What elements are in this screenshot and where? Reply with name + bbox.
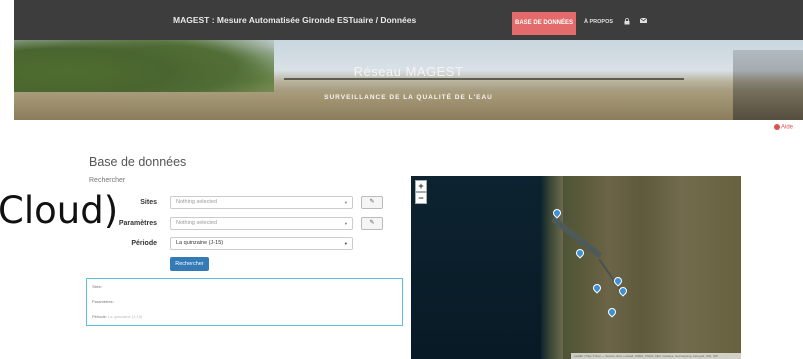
page-title: Base de données <box>89 155 187 169</box>
map-river <box>598 258 623 293</box>
edit-icon: ✎ <box>369 199 375 205</box>
page-margin <box>0 0 14 359</box>
caret-down-icon: ▾ <box>344 241 347 246</box>
map-marker-icon[interactable] <box>606 306 618 318</box>
period-label: Période <box>131 240 157 247</box>
parameters-edit-button[interactable]: ✎ <box>361 217 383 230</box>
page: MAGEST : Mesure Automatisée Gironde ESTu… <box>0 0 803 359</box>
period-select-value: La quinzaine (J-15) <box>176 240 224 246</box>
zoom-in-button[interactable]: + <box>415 180 427 192</box>
summary-period-value: La quinzaine (J-15) <box>108 314 143 319</box>
period-select[interactable]: La quinzaine (J-15) ▾ <box>170 237 353 250</box>
zoom-out-button[interactable]: − <box>415 192 427 204</box>
envelope-icon[interactable] <box>639 17 648 25</box>
search-button[interactable]: Rechercher <box>170 257 209 271</box>
sites-select-value: Nothing selected <box>176 199 217 205</box>
sites-select[interactable]: Nothing selected ▾ <box>170 196 353 209</box>
site-title[interactable]: MAGEST : Mesure Automatisée Gironde ESTu… <box>173 15 416 25</box>
overlay-text: Cloud) <box>0 189 119 232</box>
map-marker-icon[interactable] <box>612 275 624 287</box>
top-navbar: MAGEST : Mesure Automatisée Gironde ESTu… <box>14 0 803 40</box>
sites-map[interactable]: + − Leaflet | Tiles © Esri — Source: Esr… <box>411 176 741 359</box>
summary-sites-label: Sites: <box>92 284 103 289</box>
search-summary: Sites: Paramètres: Période: La quinzaine… <box>86 278 403 326</box>
map-marker-icon[interactable] <box>591 282 603 294</box>
parameters-select-value: Nothing selected <box>176 220 217 226</box>
summary-parameters-label: Paramètres: <box>92 299 114 304</box>
parameters-select[interactable]: Nothing selected ▾ <box>170 217 353 230</box>
map-coast <box>541 176 563 359</box>
summary-sites: Sites: <box>92 284 102 289</box>
banner-title: Réseau MAGEST <box>353 64 464 79</box>
map-sea <box>411 176 546 359</box>
edit-icon: ✎ <box>369 220 375 226</box>
summary-period: Période: La quinzaine (J-15) <box>92 314 142 319</box>
summary-period-label: Période: <box>92 314 107 319</box>
map-marker-icon[interactable] <box>574 247 586 259</box>
map-attribution[interactable]: Leaflet | Tiles © Esri — Source: Esri, i… <box>571 353 741 359</box>
nav-item-database[interactable]: BASE DE DONNÉES <box>512 12 576 35</box>
nav-item-about[interactable]: À PROPOS <box>584 19 613 25</box>
caret-down-icon: ▾ <box>344 200 347 205</box>
lock-icon[interactable] <box>624 18 630 27</box>
page-subtitle: Rechercher <box>89 177 126 184</box>
caret-down-icon: ▾ <box>344 221 347 226</box>
help-label: Aide <box>781 124 794 131</box>
banner-subtitle: SURVEILLANCE DE LA QUALITÉ DE L'EAU <box>324 94 493 101</box>
help-link[interactable]: Aide <box>774 124 793 131</box>
banner-pier <box>733 50 803 120</box>
question-circle-icon <box>774 124 780 130</box>
summary-parameters: Paramètres: <box>92 299 114 304</box>
sites-edit-button[interactable]: ✎ <box>361 196 383 209</box>
header-banner: Réseau MAGEST SURVEILLANCE DE LA QUALITÉ… <box>14 40 803 120</box>
